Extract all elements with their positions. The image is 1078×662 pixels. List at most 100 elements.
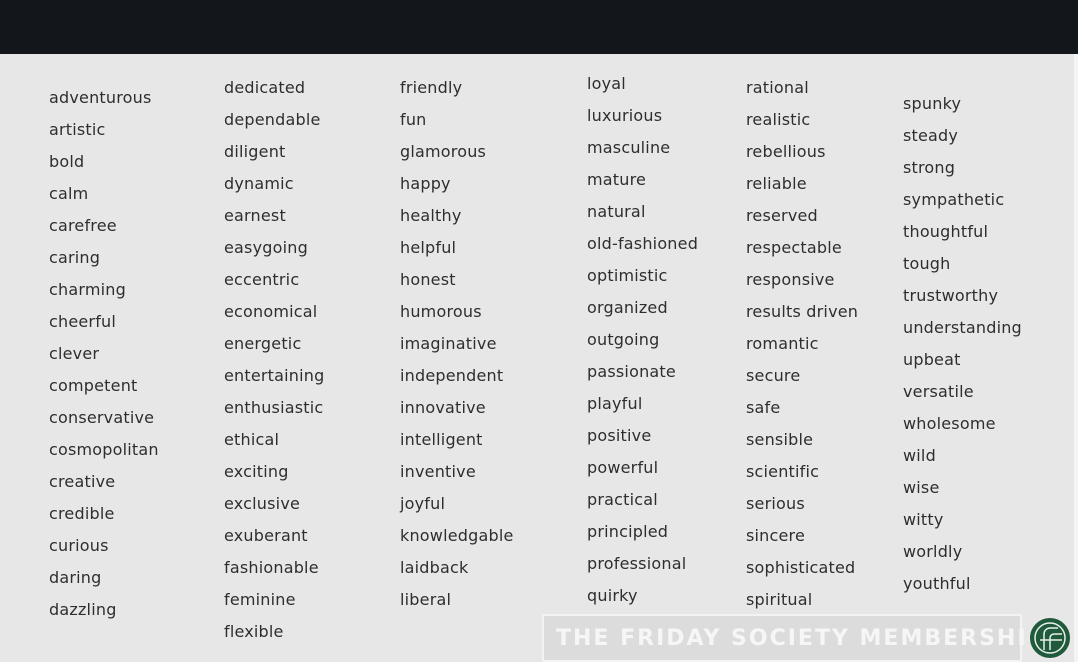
word-item: strong bbox=[903, 158, 956, 177]
word-item: understanding bbox=[903, 318, 1022, 337]
word-item: bold bbox=[49, 152, 85, 171]
word-item: imaginative bbox=[400, 334, 497, 353]
word-item: happy bbox=[400, 174, 451, 193]
word-item: romantic bbox=[746, 334, 819, 353]
word-item: humorous bbox=[400, 302, 482, 321]
word-item: safe bbox=[746, 398, 781, 417]
word-item: thoughtful bbox=[903, 222, 989, 241]
membership-banner: THE FRIDAY SOCIETY MEMBERSHIP bbox=[542, 614, 1044, 662]
word-item: adventurous bbox=[49, 88, 152, 107]
word-item: optimistic bbox=[587, 266, 668, 285]
word-item: principled bbox=[587, 522, 669, 541]
word-item: helpful bbox=[400, 238, 457, 257]
top-bar bbox=[0, 0, 1078, 54]
right-edge bbox=[1074, 54, 1078, 662]
word-item: wild bbox=[903, 446, 936, 465]
word-item: ethical bbox=[224, 430, 280, 449]
word-item: enthusiastic bbox=[224, 398, 324, 417]
word-item: easygoing bbox=[224, 238, 308, 257]
word-item: entertaining bbox=[224, 366, 325, 385]
word-item: innovative bbox=[400, 398, 486, 417]
word-item: dedicated bbox=[224, 78, 306, 97]
word-item: mature bbox=[587, 170, 647, 189]
word-item: responsive bbox=[746, 270, 835, 289]
word-item: curious bbox=[49, 536, 109, 555]
word-item: earnest bbox=[224, 206, 286, 225]
word-item: honest bbox=[400, 270, 456, 289]
word-item: independent bbox=[400, 366, 504, 385]
word-item: sensible bbox=[746, 430, 814, 449]
word-item: results driven bbox=[746, 302, 859, 321]
word-item: sophisticated bbox=[746, 558, 856, 577]
word-item: loyal bbox=[587, 74, 626, 93]
word-item: rebellious bbox=[746, 142, 826, 161]
word-item: youthful bbox=[903, 574, 971, 593]
word-item: exclusive bbox=[224, 494, 301, 513]
word-item: wholesome bbox=[903, 414, 996, 433]
banner-text: THE FRIDAY SOCIETY MEMBERSHIP bbox=[556, 626, 1046, 651]
word-item: tough bbox=[903, 254, 951, 273]
word-item: sympathetic bbox=[903, 190, 1005, 209]
word-item: charming bbox=[49, 280, 126, 299]
word-item: versatile bbox=[903, 382, 974, 401]
word-item: economical bbox=[224, 302, 318, 321]
word-item: intelligent bbox=[400, 430, 483, 449]
word-item: playful bbox=[587, 394, 643, 413]
word-item: caring bbox=[49, 248, 101, 267]
word-item: joyful bbox=[400, 494, 446, 513]
word-item: exuberant bbox=[224, 526, 308, 545]
word-item: witty bbox=[903, 510, 944, 529]
word-item: dynamic bbox=[224, 174, 294, 193]
word-item: liberal bbox=[400, 590, 452, 609]
word-item: reliable bbox=[746, 174, 807, 193]
word-column-6: spunky steady strong sympathetic thoughtful t… bbox=[903, 93, 1022, 605]
word-item: dependable bbox=[224, 110, 321, 129]
word-item: scientific bbox=[746, 462, 820, 481]
word-item: quirky bbox=[587, 586, 638, 605]
word-item: positive bbox=[587, 426, 652, 445]
word-item: natural bbox=[587, 202, 646, 221]
word-item: worldly bbox=[903, 542, 963, 561]
word-item: energetic bbox=[224, 334, 302, 353]
word-item: clever bbox=[49, 344, 100, 363]
word-item: practical bbox=[587, 490, 658, 509]
word-item: spunky bbox=[903, 94, 962, 113]
word-item: inventive bbox=[400, 462, 476, 481]
word-item: conservative bbox=[49, 408, 155, 427]
word-item: reserved bbox=[746, 206, 818, 225]
word-item: cosmopolitan bbox=[49, 440, 159, 459]
word-item: fun bbox=[400, 110, 427, 129]
word-column-2: dedicated dependable diligent dynamic earnes… bbox=[224, 77, 325, 653]
word-item: masculine bbox=[587, 138, 671, 157]
word-item: artistic bbox=[49, 120, 106, 139]
word-column-4: loyal luxurious masculine mature natural old-… bbox=[587, 73, 698, 617]
word-column-3: friendly fun glamorous happy healthy helpful h… bbox=[400, 77, 514, 621]
word-column-5: rational realistic rebellious reliable reser… bbox=[746, 77, 858, 621]
word-item: organized bbox=[587, 298, 668, 317]
word-item: serious bbox=[746, 494, 805, 513]
word-item: credible bbox=[49, 504, 115, 523]
word-item: diligent bbox=[224, 142, 286, 161]
word-item: passionate bbox=[587, 362, 676, 381]
word-item: fashionable bbox=[224, 558, 319, 577]
word-item: flexible bbox=[224, 622, 284, 641]
word-item: laidback bbox=[400, 558, 469, 577]
word-item: daring bbox=[49, 568, 102, 587]
word-item: friendly bbox=[400, 78, 463, 97]
word-item: outgoing bbox=[587, 330, 660, 349]
word-item: competent bbox=[49, 376, 138, 395]
word-item: rational bbox=[746, 78, 809, 97]
word-item: dazzling bbox=[49, 600, 117, 619]
word-column-1: adventurous artistic bold calm carefree carin… bbox=[49, 87, 159, 631]
word-item: sincere bbox=[746, 526, 806, 545]
word-item: powerful bbox=[587, 458, 659, 477]
word-item: upbeat bbox=[903, 350, 961, 369]
word-item: creative bbox=[49, 472, 116, 491]
word-item: professional bbox=[587, 554, 687, 573]
word-item: glamorous bbox=[400, 142, 487, 161]
word-item: exciting bbox=[224, 462, 289, 481]
word-item: cheerful bbox=[49, 312, 117, 331]
word-item: steady bbox=[903, 126, 959, 145]
friday-society-logo-icon bbox=[1028, 616, 1072, 660]
word-item: calm bbox=[49, 184, 89, 203]
